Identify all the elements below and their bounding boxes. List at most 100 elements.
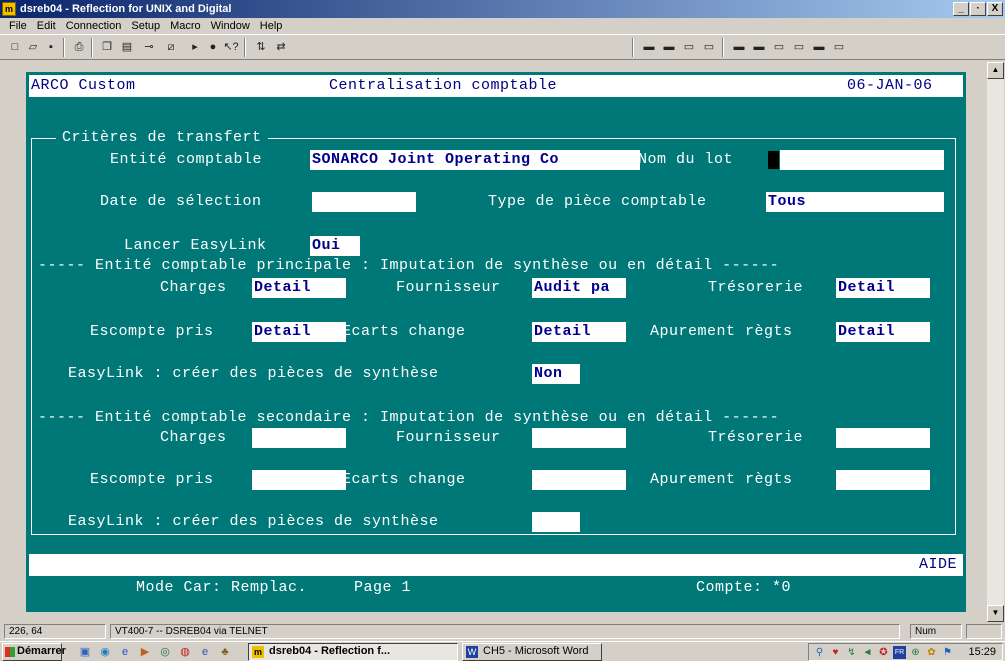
tray-network-icon[interactable]: ↯ — [845, 646, 858, 659]
open-folder-icon[interactable]: ▱ — [24, 39, 42, 55]
nom-lot-field[interactable] — [780, 150, 944, 170]
s-synthese-label: EasyLink : créer des pièces de synthèse — [68, 513, 439, 530]
group-box-right — [955, 138, 956, 534]
menu-edit[interactable]: Edit — [32, 20, 61, 32]
menu-bar: File Edit Connection Setup Macro Window … — [0, 18, 1005, 34]
taskbar-reflection[interactable]: m dsreb04 - Reflection f... — [248, 643, 458, 661]
record-macro-icon[interactable]: ● — [204, 39, 222, 55]
p-tresorerie-label: Trésorerie — [708, 279, 804, 296]
s-apurement-label: Apurement règts — [650, 471, 793, 488]
transfer-settings-icon[interactable]: ⇄ — [272, 39, 290, 55]
start-label: Démarrer — [17, 645, 66, 657]
menu-setup[interactable]: Setup — [126, 20, 165, 32]
toolbar-separator — [91, 38, 93, 57]
internet-explorer-icon[interactable]: e — [118, 645, 132, 659]
s-apurement-field[interactable] — [836, 470, 930, 490]
menu-macro[interactable]: Macro — [165, 20, 206, 32]
transfer-icon[interactable]: ⇅ — [252, 39, 270, 55]
group-box-left — [31, 138, 32, 534]
p-fournisseur-label: Fournisseur — [396, 279, 501, 296]
keypad-f7-icon[interactable]: ▭ — [770, 39, 788, 55]
keypad-f2-icon[interactable]: ▬ — [660, 39, 678, 55]
p-synthese-field[interactable]: Non — [532, 364, 580, 384]
tray-update-icon[interactable]: ⚑ — [941, 646, 954, 659]
type-field[interactable]: Tous — [766, 192, 944, 212]
outlook-icon[interactable]: ◎ — [158, 645, 172, 659]
group-title: Critères de transfert — [56, 128, 268, 148]
chrome-icon[interactable]: ◍ — [178, 645, 192, 659]
entite-field[interactable]: SONARCO Joint Operating Co — [310, 150, 640, 170]
terminal-screen[interactable]: ARCO Custom Centralisation comptable 06-… — [26, 72, 966, 612]
p-charges-label: Charges — [160, 279, 227, 296]
tray-antivirus-icon[interactable]: ✪ — [877, 646, 890, 659]
entite-label: Entité comptable — [110, 151, 263, 168]
keypad-f6-icon[interactable]: ▬ — [750, 39, 768, 55]
s-synthese-field[interactable] — [532, 512, 580, 532]
date-label: Date de sélection — [100, 193, 262, 210]
s-fournisseur-field[interactable] — [532, 428, 626, 448]
keypad-f1-icon[interactable]: ▬ — [640, 39, 658, 55]
media-player-icon[interactable]: ▶ — [138, 645, 152, 659]
keypad-f9-icon[interactable]: ▬ — [810, 39, 828, 55]
keypad-f8-icon[interactable]: ▭ — [790, 39, 808, 55]
keypad-f4-icon[interactable]: ▭ — [700, 39, 718, 55]
p-apurement-field[interactable]: Detail — [836, 322, 930, 342]
maximize-button[interactable]: · — [970, 2, 986, 16]
mode-status: Mode Car: Remplac. — [136, 579, 308, 596]
paste-icon[interactable]: ▤ — [118, 39, 136, 55]
app-quicklaunch-icon[interactable]: ♣ — [218, 645, 232, 659]
header-form-title: Centralisation comptable — [329, 77, 558, 94]
copy-icon[interactable]: ❐ — [98, 39, 116, 55]
scroll-up-icon[interactable]: ▲ — [987, 62, 1004, 79]
s-ecarts-field[interactable] — [532, 470, 626, 490]
menu-connection[interactable]: Connection — [61, 20, 127, 32]
s-escompte-field[interactable] — [252, 470, 346, 490]
connect-icon[interactable]: ⊸ — [140, 39, 158, 55]
help-pointer-icon[interactable]: ↖? — [222, 39, 240, 55]
keypad-f5-icon[interactable]: ▬ — [730, 39, 748, 55]
tray-connection-icon[interactable]: ⊕ — [909, 646, 922, 659]
keypad-f3-icon[interactable]: ▭ — [680, 39, 698, 55]
p-tresorerie-field[interactable]: Detail — [836, 278, 930, 298]
group-box-bottom — [31, 534, 956, 535]
clock[interactable]: 15:29 — [968, 646, 996, 658]
title-bar[interactable]: m dsreb04 - Reflection for UNIX and Digi… — [0, 0, 1005, 18]
tray-shield-icon[interactable]: ♥ — [829, 646, 842, 659]
scroll-down-icon[interactable]: ▼ — [987, 605, 1004, 622]
tray-messenger-icon[interactable]: ✿ — [925, 646, 938, 659]
show-desktop-icon[interactable]: ▣ — [78, 645, 92, 659]
menu-file[interactable]: File — [4, 20, 32, 32]
close-button[interactable]: X — [987, 2, 1003, 16]
ie-alt-icon[interactable]: e — [198, 645, 212, 659]
disconnect-icon[interactable]: ⧄ — [162, 39, 180, 55]
menu-help[interactable]: Help — [255, 20, 288, 32]
p-escompte-field[interactable]: Detail — [252, 322, 346, 342]
s-charges-field[interactable] — [252, 428, 346, 448]
help-label[interactable]: AIDE — [919, 555, 957, 575]
s-ecarts-label: Ecarts change — [342, 471, 466, 488]
start-button[interactable]: Démarrer — [2, 643, 66, 661]
p-fournisseur-field[interactable]: Audit pa — [532, 278, 626, 298]
reflection-app-icon[interactable]: m — [2, 2, 16, 16]
p-charges-field[interactable]: Detail — [252, 278, 346, 298]
secondary-section-title: ----- Entité comptable secondaire : Impu… — [38, 409, 780, 426]
print-icon[interactable]: ⎙ — [70, 39, 88, 55]
word-task-icon: W — [466, 646, 478, 658]
date-field[interactable] — [312, 192, 416, 212]
menu-window[interactable]: Window — [206, 20, 255, 32]
taskbar-word[interactable]: W CH5 - Microsoft Word — [462, 643, 602, 661]
s-tresorerie-field[interactable] — [836, 428, 930, 448]
minimize-button[interactable]: _ — [953, 2, 969, 16]
p-ecarts-field[interactable]: Detail — [532, 322, 626, 342]
language-icon[interactable]: FR — [893, 646, 906, 659]
vertical-scrollbar[interactable]: ▲ ▼ — [987, 62, 1004, 622]
save-icon[interactable]: ▪ — [42, 39, 60, 55]
tray-volume-icon[interactable]: ◄ — [861, 646, 874, 659]
new-file-icon[interactable]: □ — [6, 39, 24, 55]
easylink-field[interactable]: Oui — [310, 236, 360, 256]
tray-search-icon[interactable]: ⚲ — [813, 646, 826, 659]
explorer-icon[interactable]: ◉ — [98, 645, 112, 659]
play-macro-icon[interactable]: ▸ — [186, 39, 204, 55]
keypad-f10-icon[interactable]: ▭ — [830, 39, 848, 55]
s-tresorerie-label: Trésorerie — [708, 429, 804, 446]
